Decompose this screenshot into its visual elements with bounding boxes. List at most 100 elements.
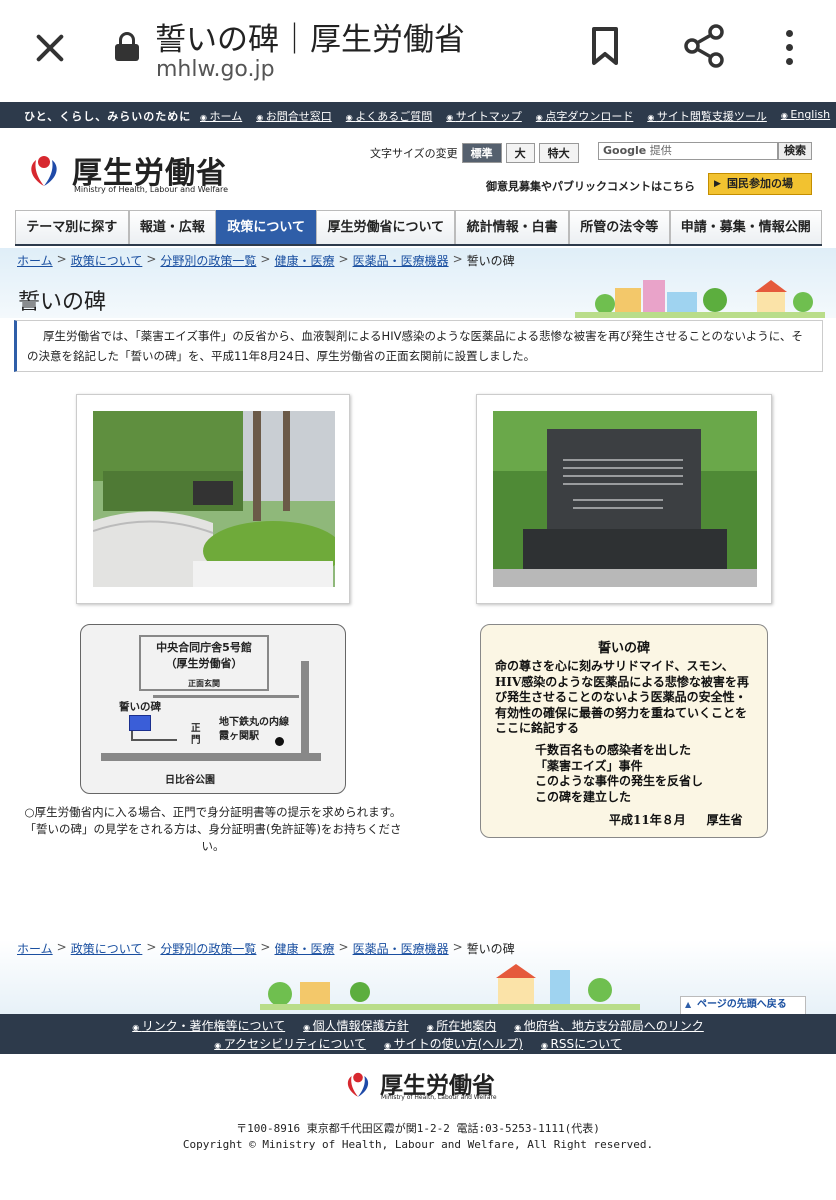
footer-copyright: Copyright © Ministry of Health, Labour a… (182, 1138, 654, 1151)
gnav-statistics[interactable]: 統計情報・白書 (455, 210, 569, 244)
google-brand: Google (603, 144, 647, 157)
global-nav: テーマ別に探す 報道・広報 政策について 厚生労働省について 統計情報・白書 所… (15, 210, 823, 246)
browser-url[interactable]: mhlw.go.jp (156, 57, 275, 82)
inscription-signer: 厚生省 (706, 813, 743, 827)
breadcrumb-home[interactable]: ホーム (17, 940, 53, 957)
map-road-vertical (301, 661, 309, 761)
footer-nav: リンク・著作権等について 個人情報保護方針 所在地案内 他府省、地方支分部局への… (0, 1014, 836, 1054)
close-icon[interactable] (30, 28, 70, 68)
map-building: 中央合同庁舎5号館 （厚生労働省） 正面玄関 (139, 635, 269, 691)
breadcrumb-sep: > (452, 940, 463, 954)
public-participation-button[interactable]: 国民参加の場 (708, 173, 812, 195)
intro-text: 厚生労働省では、「薬害エイズ事件」の反省から、血液製剤によるHIV感染のような医… (14, 320, 823, 372)
footer-nav-row1: リンク・著作権等について 個人情報保護方針 所在地案内 他府省、地方支分部局への… (0, 1017, 836, 1034)
inscription-body: 命の尊さを心に刻みサリドマイド、スモン、HIV感染のような医薬品による悲惨な被害… (495, 659, 749, 735)
font-size-xlarge[interactable]: 特大 (538, 143, 579, 163)
breadcrumb-medicine[interactable]: 医薬品・医療機器 (353, 940, 449, 957)
gnav-policy[interactable]: 政策について (216, 210, 317, 244)
font-size-label: 文字サイズの変更 (370, 147, 458, 160)
search-input[interactable]: Google 提供 (598, 142, 778, 160)
inscription-panel: 誓いの碑 命の尊さを心に刻みサリドマイド、スモン、HIV感染のような医薬品による… (480, 624, 768, 838)
footer-nav-row2: アクセシビリティについて サイトの使い方(ヘルプ) RSSについて (0, 1035, 836, 1052)
footer-link-privacy[interactable]: 個人情報保護方針 (303, 1017, 409, 1034)
footer-link-copyright[interactable]: リンク・著作権等について (132, 1017, 285, 1034)
map-road-horizontal (101, 753, 321, 761)
search-button[interactable]: 検索 (778, 142, 812, 160)
breadcrumb-health[interactable]: 健康・医療 (274, 940, 334, 957)
gnav-about[interactable]: 厚生労働省について (316, 210, 456, 244)
breadcrumb-medicine[interactable]: 医薬品・医療機器 (353, 252, 449, 269)
photo-monument-image (493, 411, 757, 587)
more-vert-icon[interactable] (780, 28, 800, 68)
photo-entrance (76, 394, 350, 604)
map-building-name: 中央合同庁舎5号館 (156, 641, 252, 654)
browser-page-title: 誓いの碑｜厚生労働省 (155, 22, 465, 58)
gnav-laws[interactable]: 所管の法令等 (568, 210, 670, 244)
page-title: 誓いの碑 (18, 290, 107, 315)
inscription-line: この碑を建立した (535, 789, 632, 804)
ministry-logo-icon[interactable] (24, 150, 64, 190)
breadcrumb-sep: > (260, 252, 271, 266)
breadcrumb-policy[interactable]: 政策について (71, 940, 143, 957)
breadcrumb-current: 誓いの碑 (466, 254, 515, 268)
breadcrumb-policy-list[interactable]: 分野別の政策一覧 (160, 940, 256, 957)
share-icon[interactable] (684, 24, 724, 68)
breadcrumb-home[interactable]: ホーム (17, 252, 53, 269)
tagline: ひと、くらし、みらいのために (24, 110, 192, 123)
footer-link-other-ministries[interactable]: 他府省、地方支分部局へのリンク (514, 1017, 704, 1034)
footer-link-accessibility[interactable]: アクセシビリティについて (214, 1035, 366, 1052)
town-illustration (575, 280, 825, 318)
footer-logo-english: Ministry of Health, Labour and Welfare (381, 1094, 497, 1101)
gnav-press[interactable]: 報道・広報 (128, 210, 217, 244)
utility-link-contact[interactable]: お問合せ窓口 (256, 108, 332, 124)
utility-link-braille[interactable]: 点字ダウンロード (536, 108, 633, 124)
gnav-theme[interactable]: テーマ別に探す (15, 210, 129, 244)
footer-link-location[interactable]: 所在地案内 (427, 1017, 496, 1034)
map-station-line: 地下鉄丸の内線 (219, 717, 289, 728)
utility-link-home[interactable]: ホーム (200, 108, 243, 124)
breadcrumb-sep: > (338, 252, 349, 266)
logo-english-name: Ministry of Health, Labour and Welfare (74, 185, 229, 194)
breadcrumb-current: 誓いの碑 (466, 942, 515, 956)
utility-bar: ひと、くらし、みらいのために ホーム お問合せ窓口 よくあるご質問 サイトマップ… (0, 102, 836, 128)
utility-link-accessibility-tool[interactable]: サイト閲覧支援ツール (647, 108, 767, 124)
breadcrumb-sep: > (338, 940, 349, 954)
utility-link-english[interactable]: English (781, 108, 830, 124)
map-building-sub: （厚生労働省） (165, 657, 243, 670)
breadcrumb-health[interactable]: 健康・医療 (274, 252, 334, 269)
visit-notes: ○厚生労働省内に入る場合、正門で身分証明書等の提示を求められます。 「誓いの碑」… (20, 804, 406, 855)
footer-link-help[interactable]: サイトの使い方(ヘルプ) (384, 1035, 523, 1052)
site-header: 厚生労働省 Ministry of Health, Labour and Wel… (0, 128, 836, 210)
utility-links: ホーム お問合せ窓口 よくあるご質問 サイトマップ 点字ダウンロード サイト閲覧… (200, 108, 831, 124)
utility-link-faq[interactable]: よくあるご質問 (346, 108, 432, 124)
breadcrumb-sep: > (56, 940, 67, 954)
public-comment-link[interactable]: 御意見募集やパブリックコメントはこちら (486, 178, 695, 194)
font-size-large[interactable]: 大 (505, 143, 535, 163)
map-path (131, 731, 177, 741)
map-gate-label: 正門 (191, 723, 201, 746)
search-provided: 提供 (649, 144, 672, 157)
breadcrumb-sep: > (260, 940, 271, 954)
font-size-standard[interactable]: 標準 (461, 143, 502, 163)
lock-icon[interactable] (114, 32, 140, 62)
photo-monument (476, 394, 772, 604)
bookmark-icon[interactable] (590, 26, 620, 66)
breadcrumb-bottom: ホーム > 政策について > 分野別の政策一覧 > 健康・医療 > 医薬品・医療機器 > … (17, 940, 515, 957)
breadcrumb-policy-list[interactable]: 分野別の政策一覧 (160, 252, 256, 269)
utility-link-sitemap[interactable]: サイトマップ (446, 108, 522, 124)
footer-link-rss[interactable]: RSSについて (541, 1035, 622, 1052)
map-monument-marker (129, 715, 151, 731)
inscription-line: 「薬害エイズ」事件 (535, 758, 643, 773)
back-to-top-link[interactable]: ページの先頭へ戻る (680, 996, 806, 1014)
gnav-applications[interactable]: 申請・募集・情報公開 (669, 210, 823, 244)
breadcrumb-sep: > (56, 252, 67, 266)
breadcrumb-sep: > (146, 252, 157, 266)
map-station-name: 霞ヶ関駅 (219, 731, 259, 742)
location-map: 中央合同庁舎5号館 （厚生労働省） 正面玄関 誓いの碑 正門 地下鉄丸の内線 霞… (80, 624, 346, 794)
map-wall (153, 695, 299, 698)
footer-logo-icon (347, 1072, 369, 1097)
visit-note-id: ○厚生労働省内に入る場合、正門で身分証明書等の提示を求められます。 (24, 805, 402, 819)
breadcrumb: ホーム > 政策について > 分野別の政策一覧 > 健康・医療 > 医薬品・医療機器 > … (17, 252, 515, 269)
footer-address: 〒100-8916 東京都千代田区霞が関1-2-2 電話:03-5253-111… (236, 1122, 600, 1135)
breadcrumb-policy[interactable]: 政策について (71, 252, 143, 269)
